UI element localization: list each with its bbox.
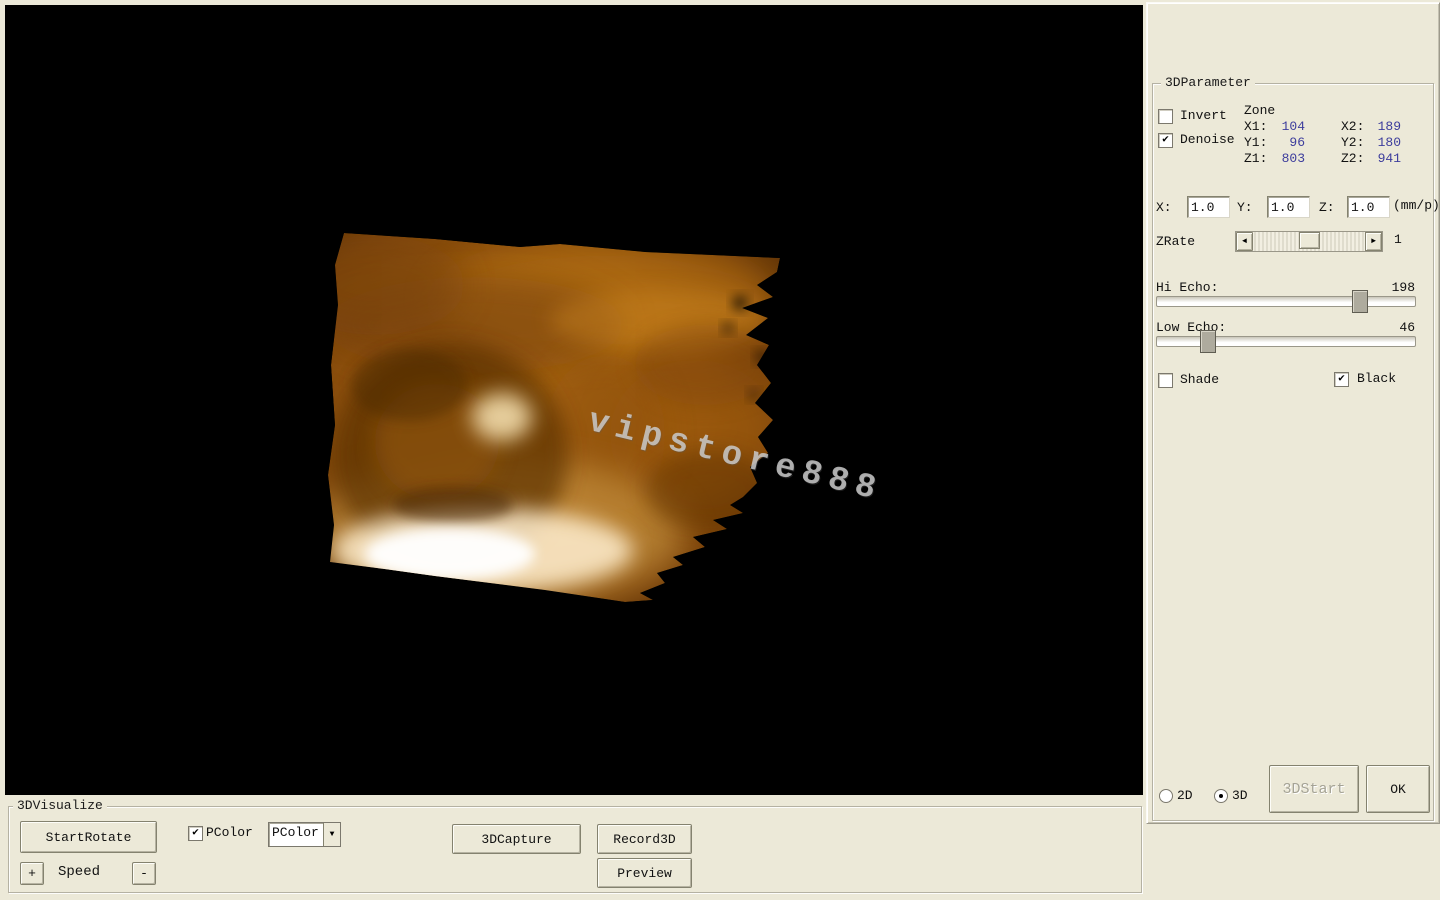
pcolor-checkbox[interactable]: ✔: [188, 826, 203, 841]
zone-z1-value: 803: [1265, 151, 1305, 166]
mode-2d-label: 2D: [1177, 788, 1193, 803]
denoise-checkbox[interactable]: ✔: [1158, 133, 1173, 148]
zone-x1-value: 104: [1265, 119, 1305, 134]
mode-3d-radio[interactable]: [1214, 789, 1228, 803]
zone-y1-label: Y1:: [1244, 135, 1267, 150]
zone-x2-value: 189: [1361, 119, 1401, 134]
zone-z1-label: Z1:: [1244, 151, 1267, 166]
parameter-groupbox: 3DParameter: [1152, 83, 1434, 821]
invert-checkbox[interactable]: [1158, 109, 1173, 124]
black-checkbox[interactable]: ✔: [1334, 372, 1349, 387]
pcolor-label: PColor: [206, 825, 253, 840]
scale-z-input[interactable]: [1347, 196, 1390, 218]
chevron-down-icon[interactable]: ▼: [323, 823, 340, 846]
speed-label: Speed: [58, 864, 100, 880]
zone-y1-value: 96: [1265, 135, 1305, 150]
render-viewport[interactable]: vipstore888: [5, 5, 1143, 795]
zrate-scroll-track[interactable]: [1253, 232, 1365, 251]
low-echo-value: 46: [1399, 320, 1415, 335]
speed-minus-button[interactable]: -: [132, 862, 156, 885]
mode-2d-radio[interactable]: [1159, 789, 1173, 803]
check-icon: ✔: [1338, 374, 1345, 385]
zrate-scrollbar[interactable]: ◄ ►: [1235, 231, 1383, 252]
start-rotate-button[interactable]: StartRotate: [20, 821, 157, 853]
parameter-panel: 3DParameter Invert ✔ Denoise Zone X1: 10…: [1146, 2, 1440, 824]
low-echo-slider-track[interactable]: [1156, 336, 1416, 347]
black-label: Black: [1357, 371, 1396, 386]
capture-3d-button[interactable]: 3DCapture: [452, 824, 581, 854]
zrate-scroll-right-icon[interactable]: ►: [1365, 232, 1382, 251]
scale-unit-label: (mm/p): [1393, 198, 1440, 213]
check-icon: ✔: [192, 828, 199, 839]
start3d-button[interactable]: 3DStart: [1269, 765, 1359, 813]
preview-button[interactable]: Preview: [597, 858, 692, 888]
zone-y2-value: 180: [1361, 135, 1401, 150]
speed-plus-button[interactable]: +: [20, 862, 44, 885]
shade-checkbox[interactable]: [1158, 373, 1173, 388]
ultrasound-3d-render[interactable]: [5, 5, 1143, 795]
zrate-scroll-thumb[interactable]: [1299, 232, 1320, 249]
hi-echo-value: 198: [1392, 280, 1415, 295]
pcolor-dropdown[interactable]: PColor ▼: [268, 822, 341, 847]
scale-z-label: Z:: [1319, 200, 1335, 215]
hi-echo-slider-track[interactable]: [1156, 296, 1416, 307]
ok-button[interactable]: OK: [1366, 765, 1430, 813]
scale-y-input[interactable]: [1267, 196, 1310, 218]
zone-z2-value: 941: [1361, 151, 1401, 166]
zone-title: Zone: [1244, 103, 1275, 118]
scale-x-input[interactable]: [1187, 196, 1230, 218]
scale-x-label: X:: [1156, 200, 1172, 215]
hi-echo-slider-thumb[interactable]: [1352, 290, 1368, 313]
visualize-group-title: 3DVisualize: [13, 798, 107, 813]
check-icon: ✔: [1162, 135, 1169, 146]
hi-echo-label: Hi Echo:: [1156, 280, 1218, 295]
zrate-scroll-left-icon[interactable]: ◄: [1236, 232, 1253, 251]
mode-3d-label: 3D: [1232, 788, 1248, 803]
zone-x1-label: X1:: [1244, 119, 1267, 134]
parameter-group-title: 3DParameter: [1161, 75, 1255, 90]
record-3d-button[interactable]: Record3D: [597, 824, 692, 854]
denoise-label: Denoise: [1180, 132, 1235, 147]
scale-y-label: Y:: [1237, 200, 1253, 215]
invert-label: Invert: [1180, 108, 1227, 123]
low-echo-slider-thumb[interactable]: [1200, 330, 1216, 353]
zrate-value: 1: [1394, 232, 1402, 247]
shade-label: Shade: [1180, 372, 1219, 387]
zrate-label: ZRate: [1156, 234, 1195, 249]
pcolor-dropdown-value: PColor: [269, 823, 323, 846]
